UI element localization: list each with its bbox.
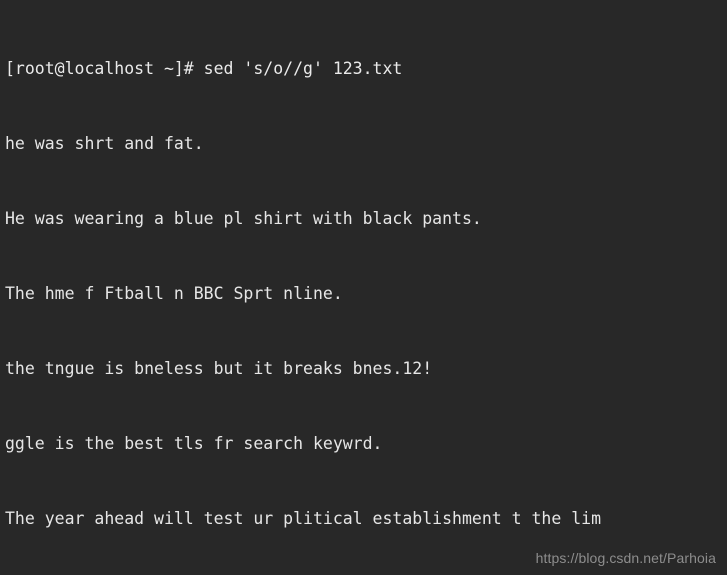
- terminal-output-line: The year ahead will test ur plitical est…: [5, 509, 602, 528]
- terminal-output-line: the tngue is bneless but it breaks bnes.…: [5, 359, 433, 378]
- watermark-text: https://blog.csdn.net/Parhoia: [535, 550, 716, 566]
- terminal-output-line: ggle is the best tls fr search keywrd.: [5, 434, 383, 453]
- terminal-output-line: The hme f Ftball n BBC Sprt nline.: [5, 284, 343, 303]
- terminal-prompt-line: [root@localhost ~]# sed 's/o//g' 123.txt: [5, 59, 403, 78]
- terminal-output-line: He was wearing a blue pl shirt with blac…: [5, 209, 482, 228]
- terminal-screen[interactable]: [root@localhost ~]# sed 's/o//g' 123.txt…: [0, 0, 727, 575]
- terminal-output-line: he was shrt and fat.: [5, 134, 204, 153]
- terminal-window[interactable]: [root@localhost ~]# sed 's/o//g' 123.txt…: [0, 0, 727, 575]
